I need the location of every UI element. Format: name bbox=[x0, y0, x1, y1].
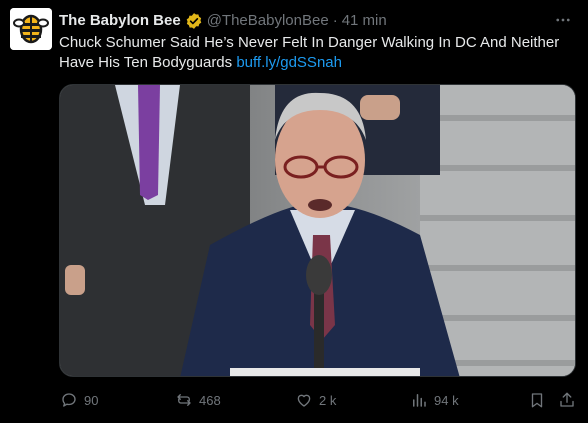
author-name[interactable]: The Babylon Bee bbox=[59, 11, 181, 31]
views-icon bbox=[413, 394, 426, 407]
tweet-link[interactable]: buff.ly/gdSSnah bbox=[236, 54, 342, 71]
bookmark-icon bbox=[531, 393, 543, 408]
views-count: 94 k bbox=[434, 392, 459, 408]
more-icon[interactable] bbox=[552, 10, 574, 30]
tweet-image[interactable] bbox=[59, 84, 576, 377]
action-bar: 90 468 2 k 94 k bbox=[0, 388, 588, 412]
reply-count: 90 bbox=[84, 392, 99, 408]
repost-count: 468 bbox=[199, 392, 221, 408]
tweet[interactable]: The Babylon Bee @TheBabylonBee · 41 min … bbox=[0, 0, 588, 423]
avatar[interactable] bbox=[10, 8, 52, 50]
babylon-bee-logo bbox=[10, 8, 52, 50]
share-icon bbox=[560, 392, 574, 407]
like-count: 2 k bbox=[319, 392, 337, 408]
tweet-text: Chuck Schumer Said He’s Never Felt In Da… bbox=[59, 33, 574, 73]
author-handle[interactable]: @TheBabylonBee bbox=[207, 11, 329, 31]
verified-badge-icon[interactable] bbox=[185, 12, 203, 30]
views-button[interactable]: 94 k bbox=[410, 388, 459, 412]
reply-icon bbox=[62, 393, 76, 407]
timestamp[interactable]: 41 min bbox=[342, 11, 387, 31]
repost-button[interactable]: 468 bbox=[175, 388, 221, 412]
reply-button[interactable]: 90 bbox=[60, 388, 98, 412]
share-button[interactable] bbox=[558, 388, 576, 412]
like-icon bbox=[297, 394, 311, 407]
repost-icon bbox=[177, 394, 191, 406]
separator: · bbox=[332, 12, 338, 29]
tweet-header: The Babylon Bee @TheBabylonBee · 41 min bbox=[59, 11, 387, 31]
like-button[interactable]: 2 k bbox=[295, 388, 336, 412]
bookmark-button[interactable] bbox=[528, 388, 546, 412]
photo-illustration bbox=[60, 85, 575, 376]
